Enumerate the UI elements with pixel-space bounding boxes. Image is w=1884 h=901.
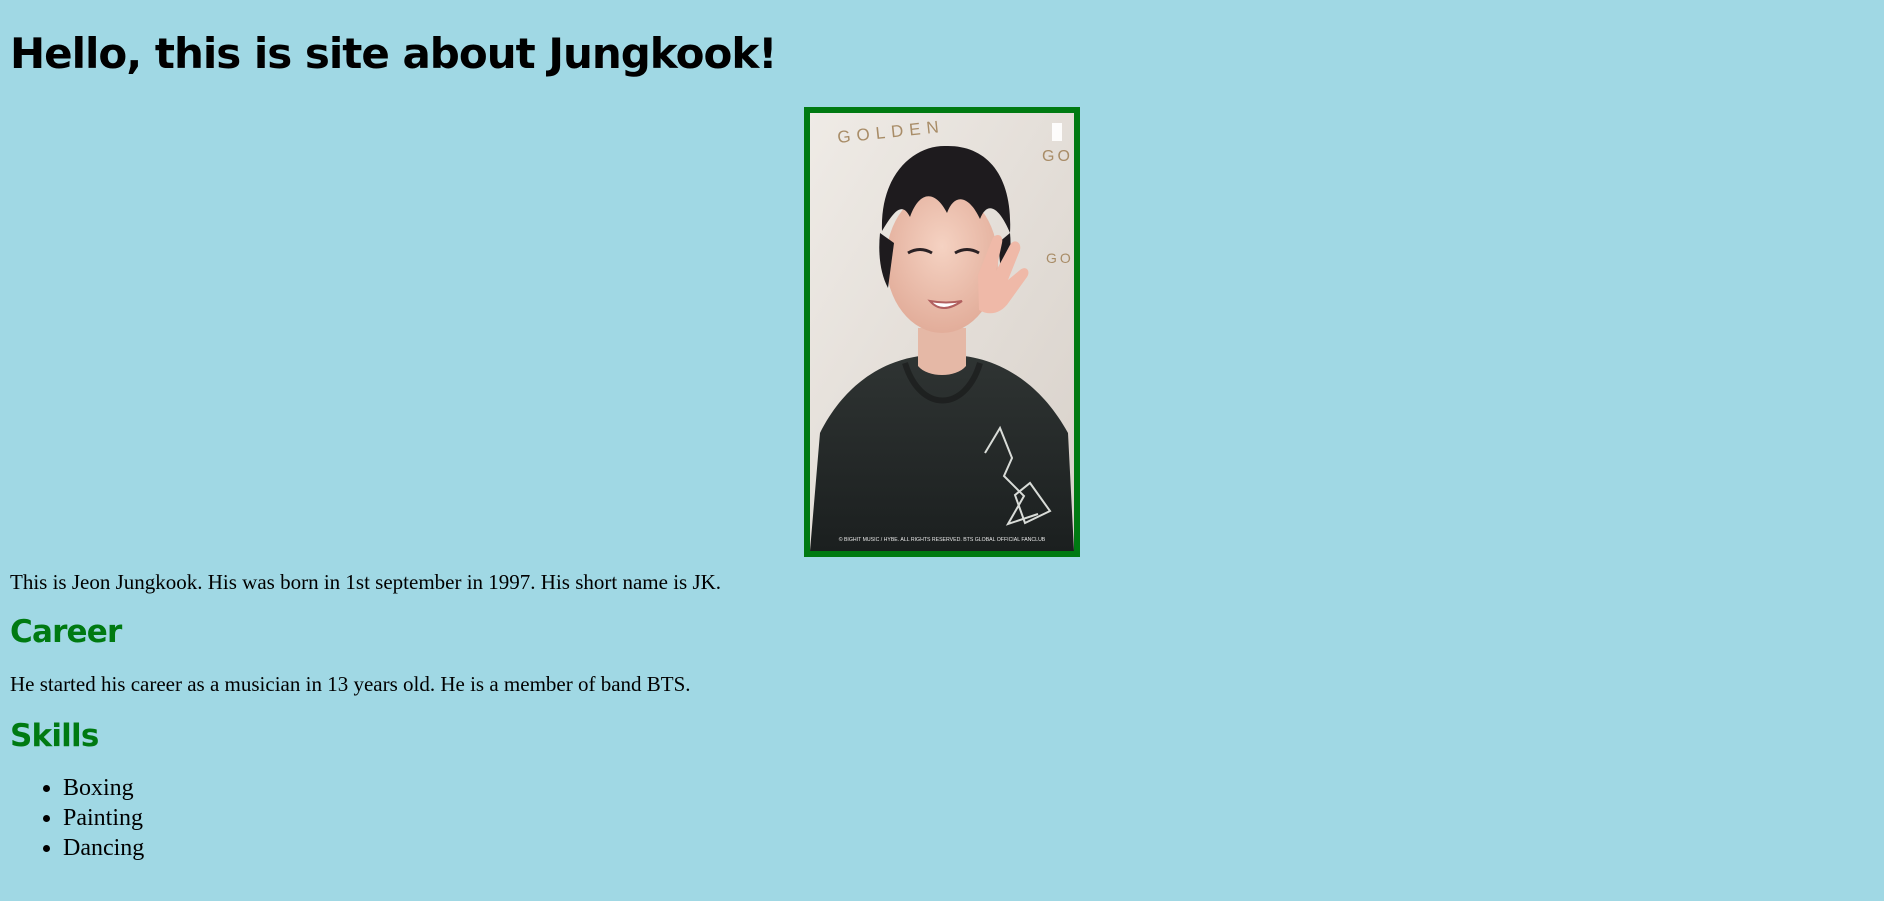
photo-text-side-2: GO (1046, 250, 1074, 266)
skill-item: Boxing (63, 773, 1874, 803)
skill-item: Dancing (63, 833, 1874, 863)
page: Hello, this is site about Jungkook! GOLD… (0, 0, 1884, 863)
page-title: Hello, this is site about Jungkook! (10, 29, 777, 78)
jungkook-photo: GOLDEN GO GO © BIGHIT MUSIC / HYBE. ALL … (804, 107, 1080, 557)
intro-paragraph: This is Jeon Jungkook. His was born in 1… (10, 570, 722, 594)
photo-wrapper: GOLDEN GO GO © BIGHIT MUSIC / HYBE. ALL … (10, 107, 1874, 557)
skills-heading: Skills (10, 718, 99, 754)
photo-text-side: GO (1042, 148, 1073, 165)
career-heading: Career (10, 614, 122, 650)
photo-caption: © BIGHIT MUSIC / HYBE. ALL RIGHTS RESERV… (839, 536, 1046, 543)
career-paragraph: He started his career as a musician in 1… (10, 672, 691, 696)
portrait-illustration: GOLDEN GO GO © BIGHIT MUSIC / HYBE. ALL … (810, 113, 1074, 551)
skills-list: Boxing Painting Dancing (10, 773, 1874, 863)
skill-item: Painting (63, 803, 1874, 833)
